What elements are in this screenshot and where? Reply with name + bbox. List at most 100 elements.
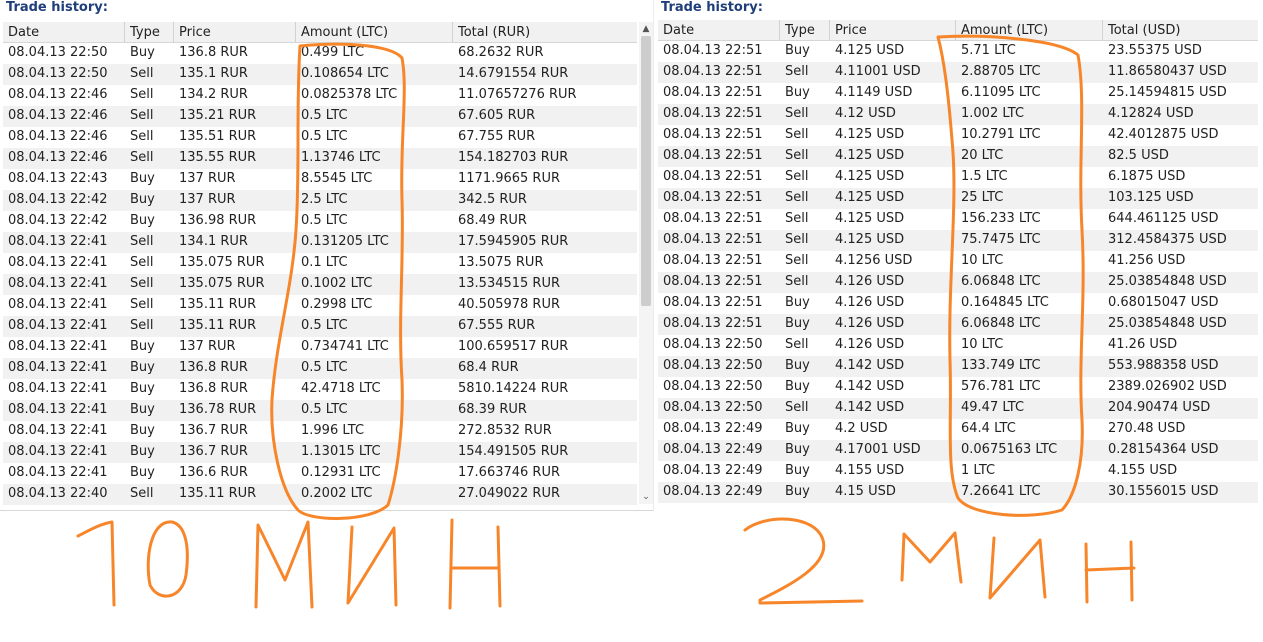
table-row[interactable]: 08.04.13 22:41 Sell 135.11 RUR 0.5 LTC 67.55…	[3, 316, 637, 337]
table-row[interactable]: 08.04.13 22:50 Sell 4.142 USD 49.47 LTC 204.…	[658, 398, 1258, 419]
table-row[interactable]: 08.04.13 22:50 Sell 135.1 RUR 0.108654 LTC 1…	[3, 64, 637, 85]
column-header-total[interactable]: Total (RUR)	[453, 22, 637, 42]
table-row[interactable]: 08.04.13 22:50 Buy 136.8 RUR 0.499 LTC 68.26…	[3, 43, 637, 64]
table-row[interactable]: 08.04.13 22:46 Sell 135.55 RUR 1.13746 LTC 1…	[3, 148, 637, 169]
table-row[interactable]: 08.04.13 22:46 Sell 135.51 RUR 0.5 LTC 67.75…	[3, 127, 637, 148]
cell-price: 135.1 RUR	[179, 66, 248, 81]
table-row[interactable]: 08.04.13 22:51 Sell 4.125 USD 75.7475 LTC 31…	[658, 230, 1258, 251]
column-header-price[interactable]: Price	[830, 20, 956, 40]
cell-price: 4.125 USD	[835, 211, 905, 226]
cell-type: Buy	[130, 444, 155, 459]
table-row[interactable]: 08.04.13 22:42 Buy 136.98 RUR 0.5 LTC 68.49 …	[3, 211, 637, 232]
table-row[interactable]: 08.04.13 22:51 Sell 4.125 USD 25 LTC 103.125…	[658, 188, 1258, 209]
table-row[interactable]: 08.04.13 22:41 Buy 136.78 RUR 0.5 LTC 68.39 …	[3, 400, 637, 421]
cell-type: Sell	[785, 190, 809, 205]
cell-amount: 0.131205 LTC	[301, 234, 389, 249]
cell-date: 08.04.13 22:41	[8, 381, 108, 396]
cell-total: 270.48 USD	[1108, 421, 1186, 436]
table-row[interactable]: 08.04.13 22:41 Sell 135.11 RUR 0.2998 LTC 40…	[3, 295, 637, 316]
table-row[interactable]: 08.04.13 22:51 Buy 4.125 USD 5.71 LTC 23.553…	[658, 41, 1258, 62]
column-header-total[interactable]: Total (USD)	[1103, 20, 1258, 40]
scroll-up-arrow-icon[interactable]: ▲	[639, 22, 653, 36]
cell-price: 4.126 USD	[835, 295, 905, 310]
cell-total: 67.755 RUR	[458, 129, 536, 144]
cell-type: Buy	[785, 463, 810, 478]
cell-date: 08.04.13 22:43	[8, 171, 108, 186]
cell-price: 4.17001 USD	[835, 442, 921, 457]
cell-total: 27.049022 RUR	[458, 486, 561, 501]
cell-amount: 0.1002 LTC	[301, 276, 373, 291]
table-row[interactable]: 08.04.13 22:51 Sell 4.125 USD 20 LTC 82.5 US…	[658, 146, 1258, 167]
cell-total: 82.5 USD	[1108, 148, 1169, 163]
column-header-date[interactable]: Date	[658, 20, 780, 40]
vertical-scrollbar[interactable]: ▲ ⌄	[639, 22, 653, 504]
cell-total: 11.07657276 RUR	[458, 87, 577, 102]
table-row[interactable]: 08.04.13 22:51 Buy 4.1149 USD 6.11095 LTC 25…	[658, 83, 1258, 104]
cell-amount: 0.2002 LTC	[301, 486, 373, 501]
table-row[interactable]: 08.04.13 22:50 Sell 4.126 USD 10 LTC 41.26 U…	[658, 335, 1258, 356]
table-row[interactable]: 08.04.13 22:41 Sell 134.1 RUR 0.131205 LTC 1…	[3, 232, 637, 253]
column-header-date[interactable]: Date	[3, 22, 125, 42]
column-header-type[interactable]: Type	[780, 20, 830, 40]
cell-total: 68.4 RUR	[458, 360, 519, 375]
cell-total: 25.03854848 USD	[1108, 274, 1227, 289]
table-row[interactable]: 08.04.13 22:51 Sell 4.12 USD 1.002 LTC 4.128…	[658, 104, 1258, 125]
cell-type: Buy	[785, 316, 810, 331]
table-row[interactable]: 08.04.13 22:42 Buy 137 RUR 2.5 LTC 342.5 RUR	[3, 190, 637, 211]
cell-total: 42.4012875 USD	[1108, 127, 1219, 142]
table-row[interactable]: 08.04.13 22:51 Sell 4.125 USD 1.5 LTC 6.1875…	[658, 167, 1258, 188]
cell-type: Sell	[130, 297, 154, 312]
table-row[interactable]: 08.04.13 22:41 Buy 136.7 RUR 1.13015 LTC 154…	[3, 442, 637, 463]
table-row[interactable]: 08.04.13 22:51 Sell 4.1256 USD 10 LTC 41.256…	[658, 251, 1258, 272]
cell-price: 4.15 USD	[835, 484, 896, 499]
table-row[interactable]: 08.04.13 22:46 Sell 134.2 RUR 0.0825378 LTC…	[3, 85, 637, 106]
cell-total: 4.12824 USD	[1108, 106, 1194, 121]
cell-type: Buy	[785, 421, 810, 436]
column-header-amount[interactable]: Amount (LTC)	[296, 22, 453, 42]
table-header: Date Type Price Amount (LTC) Total (USD)	[658, 20, 1258, 41]
table-row[interactable]: 08.04.13 22:51 Sell 4.125 USD 10.2791 LTC 42…	[658, 125, 1258, 146]
table-row[interactable]: 08.04.13 22:51 Sell 4.125 USD 156.233 LTC 64…	[658, 209, 1258, 230]
table-row[interactable]: 08.04.13 22:51 Sell 4.126 USD 6.06848 LTC 25…	[658, 272, 1258, 293]
table-row[interactable]: 08.04.13 22:51 Buy 4.126 USD 6.06848 LTC 25.…	[658, 314, 1258, 335]
scroll-thumb[interactable]	[641, 36, 651, 306]
table-row[interactable]: 08.04.13 22:41 Sell 135.075 RUR 0.1 LTC 13.5…	[3, 253, 637, 274]
cell-total: 25.14594815 USD	[1108, 85, 1227, 100]
cell-amount: 0.1 LTC	[301, 255, 348, 270]
table-row[interactable]: 08.04.13 22:50 Buy 4.142 USD 576.781 LTC 238…	[658, 377, 1258, 398]
table-row[interactable]: 08.04.13 22:41 Sell 135.075 RUR 0.1002 LTC 1…	[3, 274, 637, 295]
table-row[interactable]: 08.04.13 22:49 Buy 4.17001 USD 0.0675163 LT…	[658, 440, 1258, 461]
scroll-down-arrow-icon[interactable]: ⌄	[639, 490, 653, 504]
table-row[interactable]: 08.04.13 22:41 Buy 136.8 RUR 0.5 LTC 68.4 RU…	[3, 358, 637, 379]
table-row[interactable]: 08.04.13 22:41 Buy 137 RUR 0.734741 LTC 100.…	[3, 337, 637, 358]
cell-date: 08.04.13 22:49	[663, 421, 763, 436]
cell-amount: 0.108654 LTC	[301, 66, 389, 81]
table-row[interactable]: 08.04.13 22:41 Buy 136.8 RUR 42.4718 LTC 581…	[3, 379, 637, 400]
left-caption-0	[146, 520, 189, 598]
table-row[interactable]: 08.04.13 22:43 Buy 137 RUR 8.5545 LTC 1171.9…	[3, 169, 637, 190]
table-row[interactable]: 08.04.13 22:49 Buy 4.15 USD 7.26641 LTC 30.1…	[658, 482, 1258, 503]
cell-price: 4.142 USD	[835, 400, 905, 415]
table-row[interactable]: 08.04.13 22:46 Sell 135.21 RUR 0.5 LTC 67.60…	[3, 106, 637, 127]
cell-type: Sell	[130, 318, 154, 333]
cell-amount: 1.996 LTC	[301, 423, 365, 438]
table-row[interactable]: 08.04.13 22:51 Sell 4.11001 USD 2.88705 LTC…	[658, 62, 1258, 83]
table-row[interactable]: 08.04.13 22:41 Buy 136.6 RUR 0.12931 LTC 17.…	[3, 463, 637, 484]
cell-amount: 0.734741 LTC	[301, 339, 389, 354]
cell-total: 13.5075 RUR	[458, 255, 544, 270]
cell-date: 08.04.13 22:51	[663, 211, 763, 226]
column-header-amount[interactable]: Amount (LTC)	[956, 20, 1103, 40]
table-row[interactable]: 08.04.13 22:40 Sell 135.11 RUR 0.2002 LTC 27…	[3, 484, 637, 505]
table-row[interactable]: 08.04.13 22:49 Buy 4.2 USD 64.4 LTC 270.48 U…	[658, 419, 1258, 440]
table-row[interactable]: 08.04.13 22:51 Buy 4.126 USD 0.164845 LTC 0.…	[658, 293, 1258, 314]
left-caption-i	[346, 525, 398, 607]
cell-price: 136.7 RUR	[179, 444, 248, 459]
table-row[interactable]: 08.04.13 22:49 Buy 4.155 USD 1 LTC 4.155 USD	[658, 461, 1258, 482]
table-row[interactable]: 08.04.13 22:41 Buy 136.7 RUR 1.996 LTC 272.8…	[3, 421, 637, 442]
cell-type: Buy	[130, 45, 155, 60]
column-header-type[interactable]: Type	[125, 22, 174, 42]
column-header-price[interactable]: Price	[174, 22, 296, 42]
table-row[interactable]: 08.04.13 22:50 Buy 4.142 USD 133.749 LTC 553…	[658, 356, 1258, 377]
cell-date: 08.04.13 22:41	[8, 465, 108, 480]
cell-amount: 156.233 LTC	[961, 211, 1041, 226]
